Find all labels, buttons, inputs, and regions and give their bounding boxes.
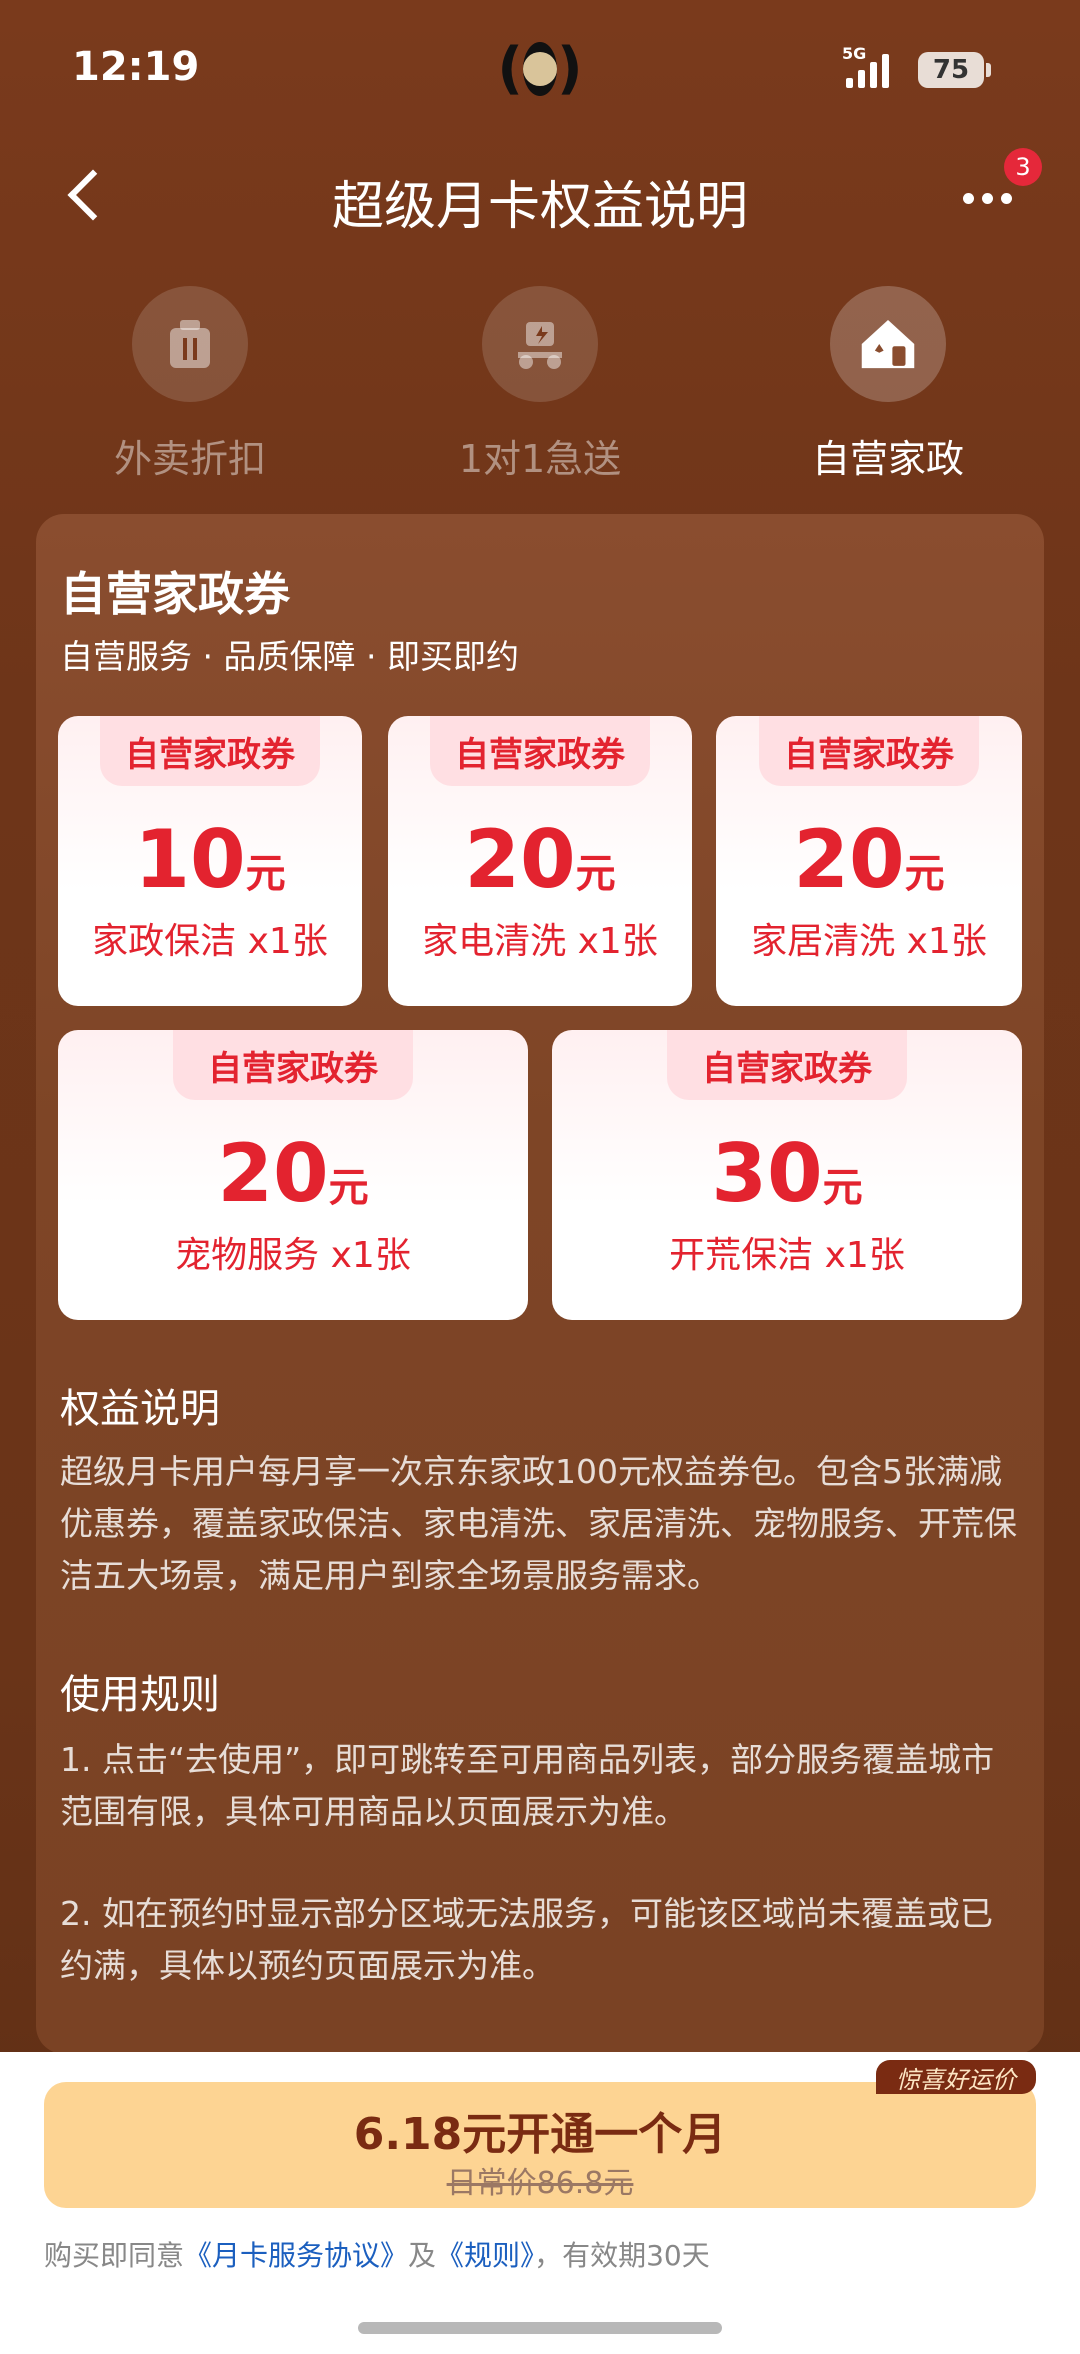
purchase-bar: 6.18元开通一个月 日常价86.8元 惊喜好运价 购买即同意《月卡服务协议》及… — [0, 2052, 1080, 2354]
camera-island: ( ) — [497, 36, 583, 101]
coupon-desc: 家电清洗 x1张 — [422, 921, 658, 962]
rule-item: 1. 点击“去使用”，即可跳转至可用商品列表，部分服务覆盖城市范围有限，具体可用… — [60, 1740, 995, 1831]
tab-label: 自营家政 — [811, 437, 964, 481]
coupon-amount: 20元 — [217, 1127, 369, 1220]
status-time: 12:19 — [72, 44, 200, 90]
coupon-card: 自营家政券 10元 家政保洁 x1张 — [58, 716, 362, 1006]
takeout-icon — [132, 286, 248, 402]
rule-item: 2. 如在预约时显示部分区域无法服务，可能该区域尚未覆盖或已约满，具体以预约页面… — [60, 1894, 993, 1985]
signal-icon: 5G — [842, 44, 889, 88]
coupon-desc: 开荒保洁 x1张 — [669, 1235, 905, 1276]
benefit-card: 自营家政券 自营服务 · 品质保障 · 即买即约 自营家政券 10元 家政保洁 … — [36, 514, 1044, 2054]
tab-home-service[interactable]: 自营家政 — [738, 286, 1038, 483]
coupon-card: 自营家政券 20元 家居清洗 x1张 — [716, 716, 1022, 1006]
card-title: 自营家政券 — [60, 567, 290, 621]
home-cleaning-icon — [830, 286, 946, 402]
promo-tag: 惊喜好运价 — [876, 2060, 1036, 2094]
status-bar: 12:19 ( ) 5G 75 — [0, 0, 1080, 140]
coupon-amount: 30元 — [711, 1127, 863, 1220]
coupon-tag: 自营家政券 — [100, 716, 320, 786]
avatar — [523, 42, 557, 96]
home-indicator[interactable] — [358, 2322, 722, 2334]
tab-takeout-discount[interactable]: 外卖折扣 — [40, 286, 340, 483]
card-agreement-link[interactable]: 《月卡服务协议》 — [184, 2239, 408, 2272]
coupon-tag: 自营家政券 — [759, 716, 979, 786]
network-label: 5G — [842, 44, 867, 63]
benefit-text: 超级月卡用户每月享一次京东家政100元权益券包。包含5张满减优惠券，覆盖家政保洁… — [60, 1452, 1017, 1595]
coupon-desc: 宠物服务 x1张 — [175, 1235, 411, 1276]
coupon-amount: 20元 — [793, 813, 945, 906]
agreement-text: 购买即同意《月卡服务协议》及《规则》，有效期30天 — [44, 2239, 710, 2272]
page-title: 超级月卡权益说明 — [331, 177, 748, 237]
coupon-desc: 家居清洗 x1张 — [751, 921, 987, 962]
rules-link[interactable]: 《规则》 — [436, 2239, 534, 2272]
tab-express-delivery[interactable]: 1对1急送 — [390, 286, 690, 483]
benefit-title: 权益说明 — [60, 1386, 220, 1432]
coupon-tag: 自营家政券 — [430, 716, 650, 786]
coupon-tag: 自营家政券 — [173, 1030, 413, 1100]
delivery-scooter-icon — [482, 286, 598, 402]
coupon-card: 自营家政券 20元 宠物服务 x1张 — [58, 1030, 528, 1320]
more-dots-icon — [962, 192, 974, 204]
battery-icon: 75 — [918, 52, 991, 88]
coupon-card: 自营家政券 20元 家电清洗 x1张 — [388, 716, 692, 1006]
card-subtitle: 自营服务 · 品质保障 · 即买即约 — [60, 637, 519, 676]
benefit-tabs: 外卖折扣 1对1急送 自营家政 — [0, 286, 1080, 486]
coupon-card: 自营家政券 30元 开荒保洁 x1张 — [552, 1030, 1022, 1320]
coupon-tag: 自营家政券 — [667, 1030, 907, 1100]
coupon-amount: 10元 — [134, 813, 286, 906]
notification-badge: 3 — [1004, 148, 1042, 186]
coupon-amount: 20元 — [464, 813, 616, 906]
activate-button[interactable]: 6.18元开通一个月 日常价86.8元 — [44, 2082, 1036, 2208]
tab-label: 外卖折扣 — [113, 437, 266, 481]
activate-button-label: 6.18元开通一个月 — [353, 2109, 727, 2160]
original-price: 日常价86.8元 — [446, 2166, 634, 2201]
rules-title: 使用规则 — [60, 1672, 220, 1718]
tab-label: 1对1急送 — [458, 437, 622, 481]
coupon-desc: 家政保洁 x1张 — [92, 921, 328, 962]
